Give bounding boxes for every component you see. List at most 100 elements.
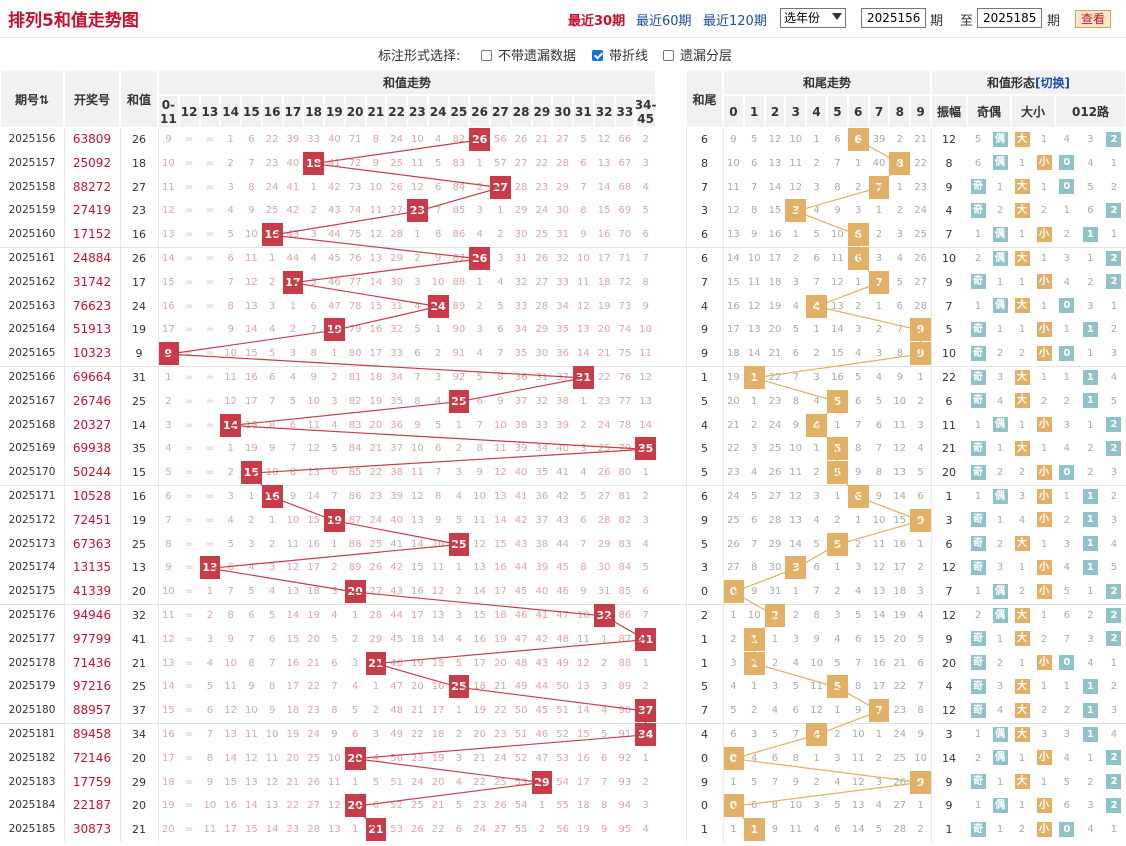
sum-miss-cell: 9 bbox=[580, 586, 587, 598]
tail-miss-cell: 2 bbox=[813, 157, 820, 169]
tail-miss-cell: 21 bbox=[768, 348, 782, 360]
size-big-cell: 1 bbox=[1018, 229, 1026, 241]
checkbox-icon[interactable] bbox=[481, 50, 492, 61]
big-badge: 大 bbox=[1014, 726, 1030, 742]
recent-120-link[interactable]: 最近120期 bbox=[703, 10, 767, 29]
sum-bucket-header: 27 bbox=[490, 95, 511, 128]
sum-miss-cell: 80 bbox=[348, 348, 362, 360]
amplitude-cell: 20 bbox=[942, 656, 956, 670]
sum-miss-cell: 15 bbox=[431, 657, 445, 669]
tail-miss-cell: 5 bbox=[792, 324, 799, 336]
sum-miss-cell: 14 bbox=[265, 824, 279, 836]
sum-miss-cell: 11 bbox=[473, 514, 486, 526]
period-cell: 2025167 bbox=[8, 394, 56, 407]
tail-miss-cell: 18 bbox=[893, 586, 907, 598]
from-period-input[interactable]: 2025156 bbox=[861, 8, 926, 28]
tail-miss-cell: 24 bbox=[893, 729, 907, 740]
sum-miss-cell: 7 bbox=[600, 776, 608, 788]
sum-miss-cell: 2 bbox=[642, 681, 649, 693]
sum-miss-cell: 6 bbox=[580, 514, 587, 526]
sum-miss-cell: 22 bbox=[494, 705, 507, 717]
sum-miss-cell: 86 bbox=[452, 229, 466, 241]
sum-value-cell: 19 bbox=[132, 323, 146, 337]
sum-miss-cell: 43 bbox=[286, 229, 300, 241]
parity-odd-cell: 奇 bbox=[967, 342, 989, 365]
table-row: 2025162 31742 17 15 = = 7 12 2 17 5 46 77 14 30 3 10 88 1 4… bbox=[0, 270, 1126, 294]
tail-hit-cell: 4 bbox=[806, 413, 827, 437]
checkbox-checked-icon[interactable] bbox=[592, 50, 603, 61]
chevron-down-icon bbox=[832, 13, 842, 20]
sum-miss-cell: 42 bbox=[328, 181, 341, 193]
tail-hit-cell: 5 bbox=[827, 675, 848, 699]
tail-miss-cell: 14 bbox=[768, 181, 782, 193]
sum-miss-cell: 5 bbox=[206, 681, 214, 693]
tail-miss-cell: 1 bbox=[751, 681, 758, 693]
sum-miss-cell: 56 bbox=[494, 134, 507, 145]
sum-miss-cell: 43 bbox=[556, 514, 569, 526]
recent-30-link[interactable]: 最近30期 bbox=[568, 10, 625, 29]
tail-miss-cell: 2 bbox=[813, 467, 820, 479]
sum-miss-cell: 14 bbox=[431, 633, 445, 645]
sum-miss-cell: 41 bbox=[514, 491, 528, 502]
tail-miss-cell: 1 bbox=[834, 562, 841, 574]
road-cell: 2 bbox=[1102, 271, 1126, 294]
period-cell: 2025173 bbox=[8, 537, 56, 550]
tail-miss-cell: 1 bbox=[751, 395, 758, 407]
road-cell: 2 bbox=[1102, 794, 1126, 817]
tail-miss-cell: 5 bbox=[834, 800, 841, 812]
road-cell: 5 bbox=[1087, 181, 1094, 193]
road-cell: 1 bbox=[1079, 223, 1103, 246]
sum-miss-cell: 29 bbox=[514, 205, 528, 217]
to-period-input[interactable]: 2025185 bbox=[977, 8, 1042, 28]
small-badge: 小 bbox=[1036, 583, 1052, 599]
sum-miss-cell: 84 bbox=[348, 443, 362, 455]
sum-miss-cell: 69 bbox=[618, 205, 632, 217]
sum-miss-cell: 11 bbox=[328, 776, 341, 788]
sum-miss-cell: 23 bbox=[535, 181, 549, 193]
sum-miss-cell: 83 bbox=[452, 157, 466, 169]
recent-60-link[interactable]: 最近60期 bbox=[636, 10, 692, 29]
sum-miss-cell: 11 bbox=[369, 205, 383, 217]
sum-miss-cell: = bbox=[205, 372, 215, 383]
tail-miss-cell: 6 bbox=[834, 134, 841, 145]
road-badge: 2 bbox=[1106, 274, 1122, 290]
period-cell: 2025166 bbox=[8, 371, 56, 383]
view-button[interactable]: 查看 bbox=[1075, 10, 1111, 28]
tail-miss-cell: 9 bbox=[792, 419, 799, 431]
table-row: 2025171 10528 16 6 = = 3 1 16 9 14 7 86 23 39 12 8 4 10 13 4… bbox=[0, 485, 1126, 508]
tail-miss-cell: 4 bbox=[855, 348, 862, 360]
draw-number-cell: 67363 bbox=[72, 536, 112, 551]
switch-link[interactable]: [切换] bbox=[1035, 74, 1070, 91]
col-period-header[interactable]: 期号⇅ bbox=[0, 70, 64, 128]
sum-miss-cell: 25 bbox=[307, 752, 320, 764]
sum-miss-cell: 20 bbox=[473, 729, 486, 740]
checkbox-icon[interactable] bbox=[663, 50, 674, 61]
year-select[interactable]: 选年份 bbox=[780, 8, 846, 28]
sum-miss-cell: = bbox=[184, 800, 194, 812]
tail-miss-cell: 10 bbox=[851, 729, 865, 740]
tail-miss-cell: 2 bbox=[792, 610, 799, 621]
period-cell: 2025178 bbox=[8, 656, 56, 669]
sum-bucket-header: 32 bbox=[593, 95, 615, 128]
sum-miss-cell: = bbox=[205, 276, 215, 288]
tail-miss-cell: 10 bbox=[789, 800, 803, 812]
sum-miss-cell: 23 bbox=[597, 395, 611, 407]
sum-miss-cell: 7 bbox=[434, 205, 442, 217]
option-no-miss[interactable]: 不带遗漏数据 bbox=[481, 45, 576, 64]
col-sum-header: 和值 bbox=[120, 70, 158, 128]
period-cell: 2025176 bbox=[8, 609, 56, 621]
option-miss-layer[interactable]: 遗漏分层 bbox=[663, 45, 732, 64]
sum-miss-cell: = bbox=[184, 205, 194, 217]
road-cell: 2 bbox=[1102, 199, 1126, 222]
options-bar: 标注形式选择: 不带遗漏数据 带折线 遗漏分层 bbox=[0, 40, 1126, 68]
tail-miss-cell: 1 bbox=[834, 705, 841, 717]
period-label: 期 bbox=[1047, 14, 1061, 29]
option-with-line[interactable]: 带折线 bbox=[592, 45, 648, 64]
odd-badge: 奇 bbox=[970, 536, 986, 552]
tail-miss-cell: 13 bbox=[768, 157, 782, 169]
size-small-cell: 2 bbox=[1040, 705, 1048, 717]
road-cell: 2 bbox=[1102, 604, 1126, 627]
tail-miss-cell: 9 bbox=[896, 372, 903, 383]
period-cell: 2025165 bbox=[8, 347, 56, 360]
sum-miss-cell: = bbox=[184, 229, 194, 241]
